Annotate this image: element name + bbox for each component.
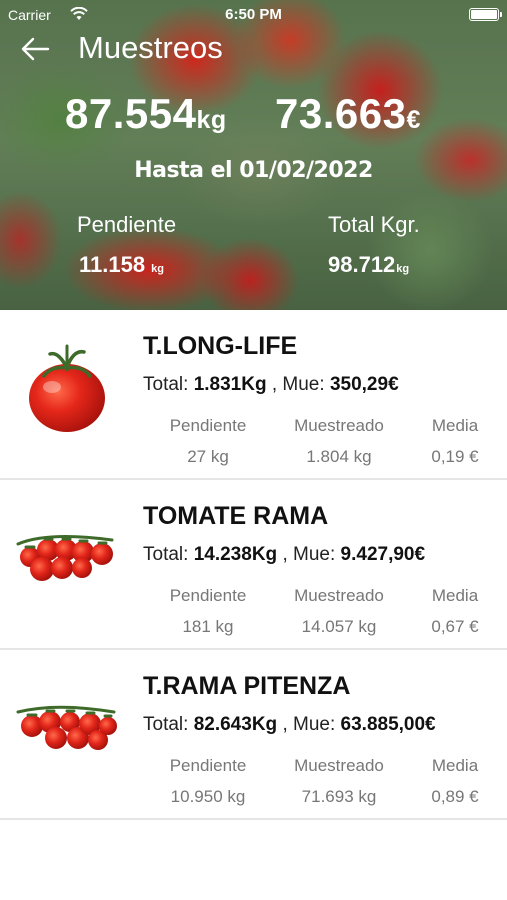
stat-pendiente: Pendiente 27 kg [169, 416, 247, 466]
total-kg-value: 87.554kg [65, 90, 227, 137]
total-kg-unit: kg [196, 106, 227, 134]
stat-muestreado: Muestreado 14.057 kg [294, 586, 384, 636]
stat-media: Media 0,67 € [431, 586, 479, 636]
header-banner: Carrier 6:50 PM Muestreos 87.554kg 73.66… [0, 0, 507, 310]
total-kgr-label: Total Kgr. [328, 212, 420, 237]
product-list: T.LONG-LIFE Total: 1.831Kg , Mue: 350,29… [0, 310, 507, 820]
total-kgr-unit: kg [396, 263, 410, 275]
stat-muestreado: Muestreado 71.693 kg [294, 756, 384, 806]
single-tomato-icon [29, 344, 105, 432]
stat-pendiente: Pendiente 181 kg [169, 586, 247, 636]
back-arrow-icon [21, 37, 50, 61]
product-row-tomate-rama[interactable]: TOMATE RAMA Total: 14.238Kg , Mue: 9.427… [0, 480, 507, 650]
page-title: Muestreos [78, 30, 223, 65]
product-totals: Total: 1.831Kg , Mue: 350,29€ [143, 374, 399, 395]
total-eur-value: 73.663€ [275, 90, 421, 137]
product-name: TOMATE RAMA [143, 502, 329, 530]
battery-icon [469, 8, 502, 21]
total-eur-unit: € [406, 106, 421, 134]
status-time: 6:50 PM [225, 6, 282, 23]
stat-media: Media 0,19 € [431, 416, 479, 466]
product-row-rama-pitenza[interactable]: T.RAMA PITENZA Total: 82.643Kg , Mue: 63… [0, 650, 507, 820]
product-row-long-life[interactable]: T.LONG-LIFE Total: 1.831Kg , Mue: 350,29… [0, 310, 507, 480]
stat-muestreado: Muestreado 1.804 kg [294, 416, 384, 466]
pending-value: 11.158 kg [79, 252, 164, 277]
product-totals: Total: 14.238Kg , Mue: 9.427,90€ [143, 544, 426, 565]
tomato-vine-icon [16, 705, 117, 750]
product-name: T.LONG-LIFE [143, 332, 298, 360]
pending-unit: kg [151, 263, 164, 275]
stat-pendiente: Pendiente 10.950 kg [169, 756, 247, 806]
stat-media: Media 0,89 € [431, 756, 479, 806]
status-bar: Carrier 6:50 PM [0, 0, 507, 30]
product-name: T.RAMA PITENZA [143, 672, 351, 700]
pending-label: Pendiente [77, 212, 177, 237]
tomato-vine-icon [16, 535, 114, 581]
product-totals: Total: 82.643Kg , Mue: 63.885,00€ [143, 714, 436, 735]
back-button[interactable] [18, 32, 52, 66]
until-date: Hasta el 01/02/2022 [134, 158, 373, 183]
total-kgr-value: 98.712kg [328, 252, 410, 277]
